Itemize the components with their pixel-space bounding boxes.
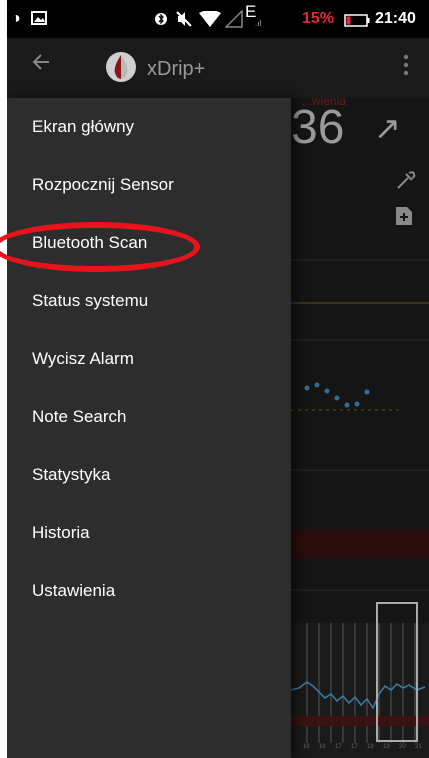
menu-item-label: Ustawienia <box>32 581 116 600</box>
menu-item-history[interactable]: Historia <box>7 504 291 562</box>
clock: 21:40 <box>375 10 416 27</box>
menu-item-label: Statystyka <box>32 465 111 484</box>
menu-item-statistics[interactable]: Statystyka <box>7 446 291 504</box>
battery-icon <box>344 13 370 33</box>
image-icon <box>31 11 47 31</box>
menu-item-note-search[interactable]: Note Search <box>7 388 291 446</box>
menu-item-label: Status systemu <box>32 291 149 310</box>
x-tick: 19 <box>383 744 390 750</box>
battery-percent: 15% <box>302 10 335 27</box>
menu-item-label: Ekran główny <box>32 117 135 136</box>
app-bar: xDrip+ <box>7 38 429 98</box>
navigation-drawer: Ekran główny Rozpocznij Sensor Bluetooth… <box>7 98 291 758</box>
menu-item-settings[interactable]: Ustawienia <box>7 562 291 620</box>
xdrip-logo-icon <box>105 51 137 88</box>
menu-item-system-status[interactable]: Status systemu <box>7 272 291 330</box>
wifi-icon <box>199 10 221 33</box>
x-tick: 16 <box>319 744 326 750</box>
x-tick: 16 <box>303 744 310 750</box>
menu-item-start-sensor[interactable]: Rozpocznij Sensor <box>7 156 291 214</box>
phone-screen: ◑ E .ıl 15% 21:40 xDrip+ ...wienia 36 ↗ … <box>7 0 429 758</box>
menu-item-home[interactable]: Ekran główny <box>7 98 291 156</box>
sim-icon: ◑ <box>11 10 21 27</box>
menu-item-label: Historia <box>32 523 90 542</box>
menu-item-label: Note Search <box>32 407 127 426</box>
x-tick: 21 <box>415 744 422 750</box>
menu-item-label: Rozpocznij Sensor <box>32 175 174 194</box>
mute-icon <box>175 10 193 34</box>
app-title: xDrip+ <box>147 58 206 80</box>
status-bar: ◑ E .ıl 15% 21:40 <box>7 0 429 38</box>
back-arrow-icon[interactable] <box>31 52 51 77</box>
x-tick: 18 <box>367 744 374 750</box>
overflow-menu-icon[interactable] <box>403 54 409 81</box>
menu-item-snooze-alarm[interactable]: Wycisz Alarm <box>7 330 291 388</box>
signal-bars: .ıl <box>255 19 262 28</box>
menu-item-label: Wycisz Alarm <box>32 349 134 368</box>
signal-icon <box>224 9 243 34</box>
bluetooth-icon <box>155 11 167 33</box>
highlight-annotation <box>0 222 200 272</box>
x-tick: 17 <box>351 744 358 750</box>
x-tick: 17 <box>335 744 342 750</box>
x-tick: 20 <box>399 744 406 750</box>
